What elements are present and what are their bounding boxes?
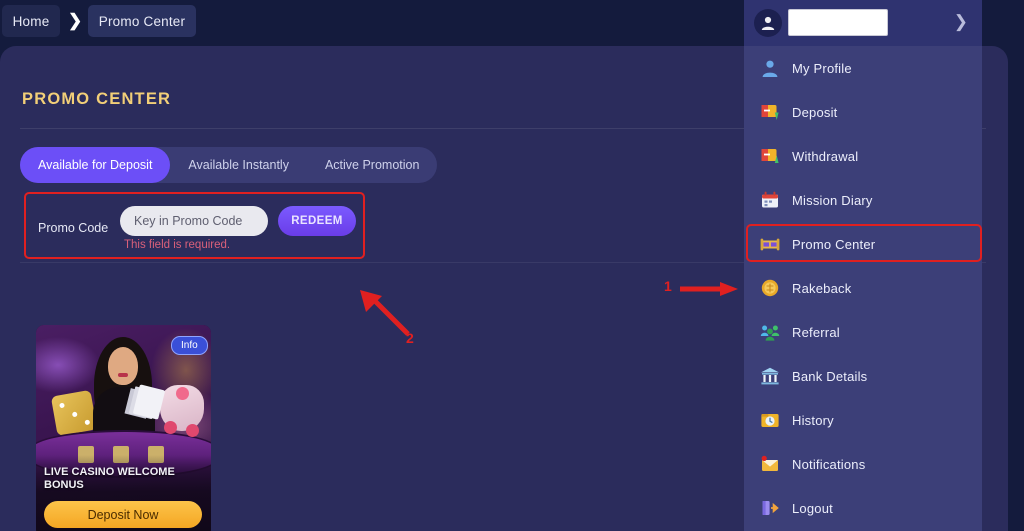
sidebar-item-history[interactable]: History [744, 398, 982, 442]
promo-card-title: LIVE CASINO WELCOME BONUS [44, 466, 175, 491]
user-profile-icon [758, 56, 782, 80]
sidebar-item-label: Notifications [792, 456, 866, 472]
promo-code-row: Promo Code REDEEM This field is required… [24, 192, 365, 259]
sidebar-item-rakeback[interactable]: Rakeback [744, 266, 982, 310]
sidebar-item-deposit[interactable]: Deposit [744, 90, 982, 134]
sidebar-item-bank-details[interactable]: Bank Details [744, 354, 982, 398]
sidebar-item-label: Deposit [792, 104, 838, 120]
dealer-face [108, 347, 138, 385]
sidebar-item-label: My Profile [792, 60, 852, 76]
gift-ticket-icon [758, 232, 782, 256]
breadcrumb-home[interactable]: Home [2, 5, 60, 37]
breadcrumb-promo-center[interactable]: Promo Center [88, 5, 196, 37]
chevron-right-icon: ❯ [68, 11, 83, 30]
chip-decoration [164, 421, 177, 434]
calendar-icon [758, 188, 782, 212]
clock-folder-icon [758, 408, 782, 432]
deposit-now-button[interactable]: Deposit Now [44, 501, 202, 528]
account-sidebar: ❯ My Profile Deposit Withdrawal Mission … [744, 0, 982, 531]
deposit-icon [758, 100, 782, 124]
annotation-arrow-2 [360, 290, 410, 336]
chevron-right-icon[interactable]: ❯ [954, 12, 968, 32]
sidebar-item-label: Withdrawal [792, 148, 859, 164]
promo-code-label: Promo Code [38, 221, 109, 235]
people-group-icon [758, 320, 782, 344]
tab-active-promotion[interactable]: Active Promotion [307, 147, 437, 183]
bank-icon [758, 364, 782, 388]
sidebar-item-mission-diary[interactable]: Mission Diary [744, 178, 982, 222]
annotation-number-1: 1 [664, 278, 672, 294]
info-badge[interactable]: Info [171, 336, 208, 355]
sidebar-item-label: Mission Diary [792, 192, 873, 208]
sidebar-item-label: Promo Center [792, 236, 876, 252]
sidebar-item-logout[interactable]: Logout [744, 486, 982, 530]
coin-icon [758, 276, 782, 300]
promo-tab-group: Available for Deposit Available Instantl… [20, 147, 438, 183]
dealer-lips [118, 373, 128, 377]
sidebar-profile-header[interactable]: ❯ [744, 0, 982, 46]
page-title: PROMO CENTER [22, 90, 172, 108]
sidebar-item-label: Referral [792, 324, 840, 340]
tab-available-for-deposit[interactable]: Available for Deposit [20, 147, 171, 183]
sidebar-item-label: Bank Details [792, 368, 868, 384]
logout-door-icon [758, 496, 782, 520]
sidebar-item-my-profile[interactable]: My Profile [744, 46, 982, 90]
sidebar-item-label: Logout [792, 500, 833, 516]
sidebar-item-notifications[interactable]: Notifications [744, 442, 982, 486]
username-field[interactable] [788, 9, 888, 36]
promo-code-error-message: This field is required. [124, 239, 231, 251]
withdrawal-icon [758, 144, 782, 168]
annotation-arrow-1 [680, 282, 738, 296]
user-avatar-icon [754, 9, 782, 37]
sidebar-item-referral[interactable]: Referral [744, 310, 982, 354]
sidebar-item-promo-center[interactable]: Promo Center [744, 222, 982, 266]
sidebar-item-label: Rakeback [792, 280, 852, 296]
chip-decoration [176, 387, 189, 400]
mail-alert-icon [758, 452, 782, 476]
tab-available-instantly[interactable]: Available Instantly [170, 147, 307, 183]
redeem-button[interactable]: REDEEM [278, 206, 356, 236]
sidebar-item-withdrawal[interactable]: Withdrawal [744, 134, 982, 178]
sidebar-item-label: History [792, 412, 834, 428]
dice-decoration [50, 389, 98, 437]
promo-code-input[interactable] [120, 206, 268, 236]
chip-decoration [186, 424, 199, 437]
